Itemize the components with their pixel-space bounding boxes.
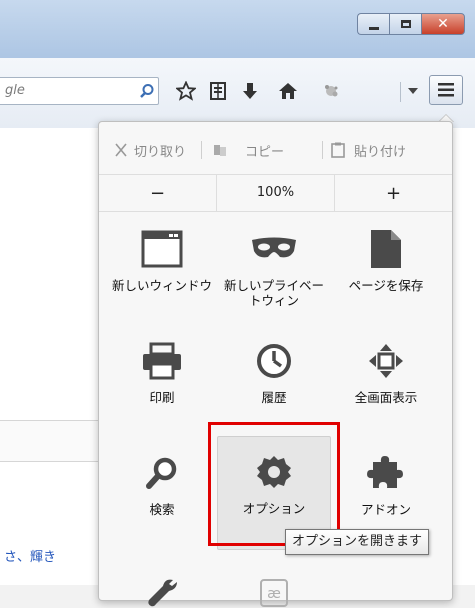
character-encoding-icon: æ	[260, 579, 288, 607]
wrench-icon	[148, 579, 177, 607]
close-button[interactable]: ✕	[421, 13, 465, 35]
find-label: 検索	[149, 502, 175, 517]
edit-controls: 切り取り コピー 貼り付け	[99, 132, 452, 168]
save-page-icon	[371, 230, 401, 268]
character-encoding-item[interactable]: æ	[219, 556, 329, 607]
save-page-label: ページを保存	[348, 278, 424, 293]
save-page-item[interactable]: ページを保存	[331, 220, 441, 330]
cut-button[interactable]: 切り取り	[113, 141, 201, 160]
scissors-icon	[115, 143, 127, 157]
addons-label: アドオン	[360, 502, 411, 517]
downloads-button[interactable]	[238, 79, 262, 103]
zoom-controls: − 100% +	[99, 174, 452, 212]
window-controls: ✕	[357, 13, 465, 35]
paste-label: 貼り付け	[354, 144, 407, 160]
magnifier-icon	[146, 457, 177, 489]
open-menu-button[interactable]	[429, 75, 463, 105]
new-private-window-item[interactable]: 新しいプライベートウィン	[219, 220, 329, 330]
new-window-label: 新しいウィンドウ	[111, 278, 212, 293]
developer-item[interactable]	[107, 556, 217, 607]
search-go-button[interactable]	[132, 77, 162, 105]
minimize-button[interactable]	[357, 13, 389, 35]
page-link[interactable]: さ、輝き	[4, 546, 56, 565]
options-highlight-box	[208, 422, 340, 546]
search-icon	[140, 84, 154, 98]
page-content-box	[0, 420, 100, 462]
star-icon	[176, 81, 196, 101]
fullscreen-label: 全画面表示	[354, 390, 418, 405]
history-clock-icon	[257, 344, 291, 378]
navigation-toolbar: gle	[0, 58, 475, 129]
toolbar-separator	[400, 82, 401, 102]
zoom-out-button[interactable]: −	[99, 183, 216, 204]
new-private-window-label: 新しいプライベートウィン	[223, 278, 324, 308]
bookmarks-menu-button[interactable]	[206, 79, 230, 103]
hamburger-menu-icon	[438, 83, 454, 97]
edit-separator	[201, 141, 202, 159]
print-label: 印刷	[149, 390, 175, 405]
private-mask-icon	[252, 237, 296, 258]
bookmarks-icon	[210, 82, 226, 100]
printer-icon	[143, 342, 181, 380]
chevron-down-icon	[408, 88, 418, 94]
maximize-button[interactable]	[389, 13, 421, 35]
download-arrow-icon	[243, 83, 257, 99]
extension-sparkle-icon	[325, 85, 338, 97]
extension-button[interactable]	[316, 79, 346, 103]
edit-separator	[322, 141, 323, 159]
zoom-in-button[interactable]: +	[335, 183, 452, 204]
new-window-icon	[141, 230, 183, 268]
puzzle-icon	[367, 456, 403, 488]
home-button[interactable]	[276, 79, 300, 103]
find-item[interactable]: 検索	[107, 444, 217, 554]
cut-label: 切り取り	[134, 144, 187, 160]
new-window-item[interactable]: 新しいウィンドウ	[107, 220, 217, 330]
clipboard-icon	[331, 142, 345, 158]
close-icon: ✕	[437, 16, 449, 32]
copy-label: コピー	[245, 144, 285, 160]
copy-icon	[214, 145, 226, 156]
fullscreen-icon	[369, 344, 403, 378]
paste-button[interactable]: 貼り付け	[331, 141, 406, 160]
maximize-icon	[400, 20, 411, 28]
options-tooltip: オプションを開きます	[285, 529, 430, 555]
svg-text:æ: æ	[267, 586, 281, 602]
print-item[interactable]: 印刷	[107, 332, 217, 442]
copy-button[interactable]: コピー	[212, 141, 322, 160]
zoom-reset-button[interactable]: 100%	[216, 175, 335, 211]
history-label: 履歴	[261, 390, 287, 405]
home-icon	[279, 83, 297, 99]
window-titlebar: ✕	[0, 0, 475, 58]
extension-dropdown-button[interactable]	[404, 79, 422, 103]
bookmark-star-button[interactable]	[174, 79, 198, 103]
minimize-icon	[368, 26, 379, 30]
search-input-text: gle	[5, 83, 25, 98]
fullscreen-item[interactable]: 全画面表示	[331, 332, 441, 442]
